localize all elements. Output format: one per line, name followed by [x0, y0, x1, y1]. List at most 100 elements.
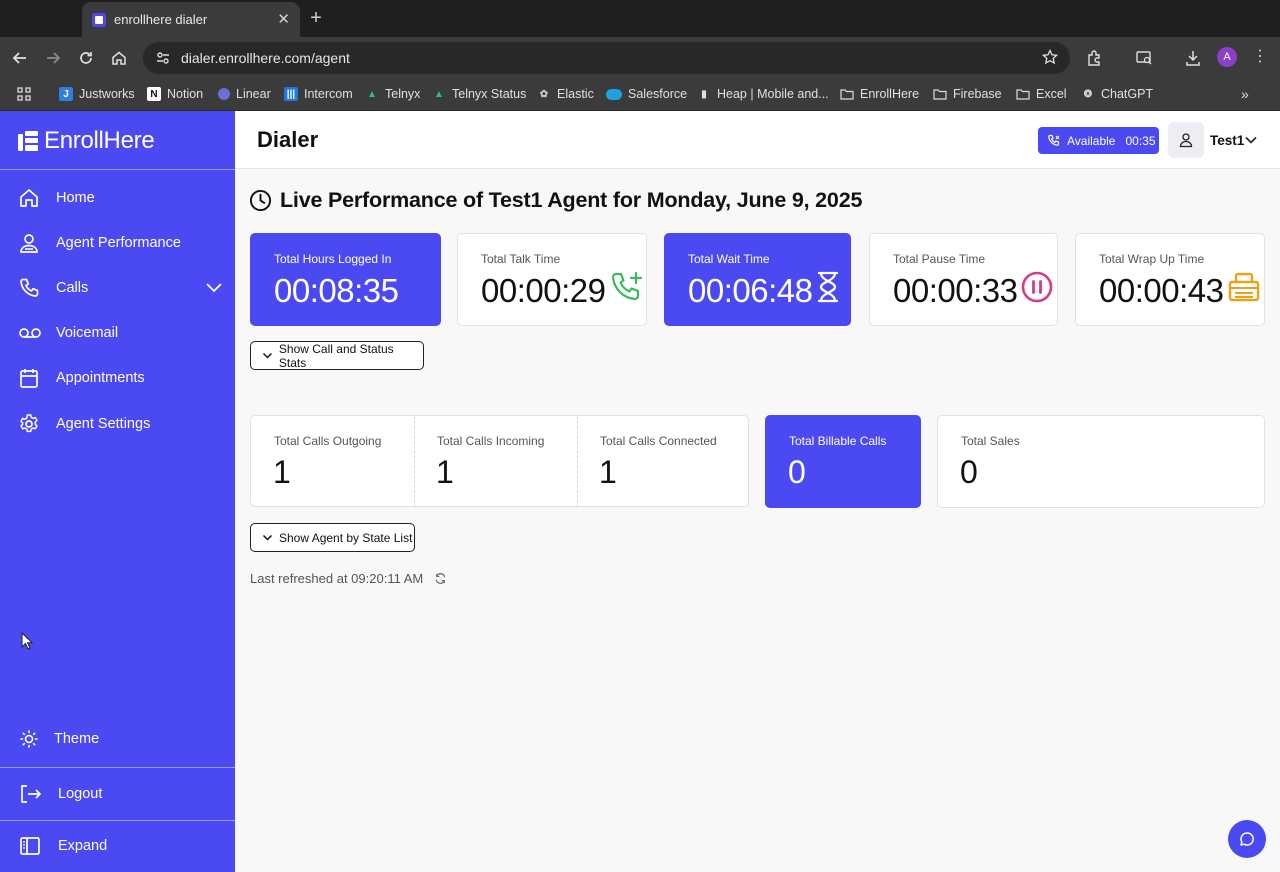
call-stats-group: Total Calls Outgoing 1 Total Calls Incom…: [250, 415, 749, 508]
toggle-label: Show Agent by State List: [279, 530, 413, 545]
bookmark-intercom[interactable]: ||| Intercom: [284, 84, 353, 104]
bookmark-heap[interactable]: ▮ Heap | Mobile and...: [697, 84, 828, 104]
user-menu-chevron-icon[interactable]: [1244, 133, 1258, 147]
sidebar-item-agent-settings[interactable]: Agent Settings: [18, 410, 223, 438]
agent-performance-icon: [20, 234, 38, 253]
phone-icon: [20, 278, 39, 297]
bookmark-linear[interactable]: Linear: [218, 84, 271, 104]
browser-toolbar: dialer.enrollhere.com/agent A ⋮: [0, 37, 1280, 78]
stat-card-wait-time: Total Wait Time 00:06:48: [664, 233, 851, 326]
bookmark-telnyx-status[interactable]: ▲ Telnyx Status: [432, 84, 526, 104]
logout-icon: [21, 785, 41, 803]
reload-icon: [80, 52, 92, 64]
sidebar-item-expand[interactable]: Expand: [18, 832, 223, 860]
sidebar-item-label: Theme: [54, 731, 100, 747]
sidebar-item-logout[interactable]: Logout: [18, 780, 223, 808]
cast-search-icon[interactable]: [1134, 48, 1154, 68]
sidebar: EnrollHere Home Agent Performance Calls …: [0, 111, 235, 872]
chevron-down-icon[interactable]: [205, 278, 223, 296]
bookmark-label: Telnyx: [385, 87, 421, 101]
profile-avatar[interactable]: A: [1217, 47, 1237, 67]
home-button[interactable]: [107, 46, 131, 70]
tab-close-icon[interactable]: ✕: [277, 12, 290, 27]
intercom-icon: |||: [284, 87, 298, 101]
refresh-icon[interactable]: [434, 572, 447, 585]
browser-menu-icon[interactable]: ⋮: [1252, 47, 1268, 67]
telnyx-status-icon: ▲: [434, 88, 444, 100]
sidebar-item-home[interactable]: Home: [18, 184, 223, 212]
home-icon: [20, 189, 38, 207]
browser-tab-strip: enrollhere dialer ✕ +: [0, 0, 1280, 37]
chat-support-button[interactable]: [1228, 820, 1266, 858]
url-text: dialer.enrollhere.com/agent: [181, 50, 350, 66]
sidebar-item-appointments[interactable]: Appointments: [18, 364, 223, 392]
gear-icon: [20, 414, 38, 433]
bookmark-star-icon[interactable]: [1041, 48, 1059, 70]
stat-label: Total Pause Time: [893, 252, 986, 266]
stat-value: 1: [599, 454, 617, 490]
bookmark-label: Linear: [236, 87, 271, 101]
sidebar-item-label: Agent Settings: [56, 416, 151, 432]
download-icon[interactable]: [1183, 48, 1203, 68]
stat-card-hours-logged-in: Total Hours Logged In 00:08:35: [250, 233, 441, 326]
bookmark-label: Excel: [1036, 87, 1067, 101]
stat-value: 1: [273, 454, 291, 490]
stat-value: 0: [960, 454, 978, 490]
bookmark-enrollhere[interactable]: EnrollHere: [840, 84, 919, 104]
linear-icon: [218, 88, 230, 100]
more-bookmarks-icon[interactable]: »: [1241, 84, 1249, 104]
arrow-right-icon: [47, 52, 61, 64]
elastic-icon: ✿: [539, 88, 549, 100]
bookmark-firebase[interactable]: Firebase: [933, 84, 1002, 104]
stat-card-talk-time: Total Talk Time 00:00:29: [457, 233, 647, 326]
stat-value: 1: [436, 454, 454, 490]
user-name[interactable]: Test1: [1210, 133, 1244, 148]
new-tab-button[interactable]: +: [306, 6, 326, 30]
last-refreshed: Last refreshed at 09:20:11 AM: [250, 571, 447, 586]
browser-tab[interactable]: enrollhere dialer ✕: [82, 2, 300, 37]
address-bar[interactable]: dialer.enrollhere.com/agent: [143, 42, 1070, 74]
bookmark-label: Elastic: [557, 87, 594, 101]
chat-bubble-icon: [1240, 832, 1254, 846]
calendar-icon: [20, 369, 38, 388]
agent-status-button[interactable]: Available 00:35: [1038, 127, 1159, 154]
bookmark-salesforce[interactable]: Salesforce: [606, 84, 687, 104]
arrow-left-icon: [12, 52, 26, 64]
stat-label: Total Talk Time: [481, 252, 561, 266]
stat-label: Total Calls Incoming: [437, 434, 545, 448]
bookmark-label: Intercom: [304, 87, 353, 101]
bookmark-justworks[interactable]: J Justworks: [59, 84, 135, 104]
brand-logo[interactable]: EnrollHere: [18, 127, 155, 155]
bookmark-label: Justworks: [79, 87, 135, 101]
stat-card-billable-calls: Total Billable Calls 0: [765, 415, 921, 508]
sidebar-item-theme[interactable]: Theme: [18, 725, 223, 753]
pause-circle-icon: [1021, 271, 1053, 303]
sidebar-item-agent-performance[interactable]: Agent Performance: [18, 229, 223, 257]
stat-label: Total Sales: [961, 434, 1020, 448]
sidebar-item-label: Logout: [58, 786, 103, 802]
stat-card-calls-incoming: Total Calls Incoming 1: [414, 416, 577, 508]
wrap-up-icon: [1228, 272, 1260, 302]
sidebar-item-voicemail[interactable]: Voicemail: [18, 319, 223, 347]
bookmark-excel[interactable]: Excel: [1016, 84, 1067, 104]
site-settings-icon[interactable]: [149, 50, 177, 66]
bookmark-telnyx[interactable]: ▲ Telnyx: [365, 84, 420, 104]
brand-name: EnrollHere: [44, 127, 155, 154]
show-agent-state-list-button[interactable]: Show Agent by State List: [250, 523, 415, 552]
apps-icon[interactable]: [17, 84, 31, 104]
sidebar-item-calls[interactable]: Calls: [18, 274, 223, 302]
stat-value: 00:00:29: [481, 272, 606, 309]
back-button[interactable]: [8, 46, 32, 70]
show-call-status-stats-button[interactable]: Show Call and Status Stats: [250, 341, 424, 370]
extensions-icon[interactable]: [1085, 48, 1105, 68]
browser-home-icon: [112, 51, 126, 65]
bookmark-chatgpt[interactable]: ❂ ChatGPT: [1081, 84, 1153, 104]
hourglass-icon: [817, 271, 839, 303]
bookmark-elastic[interactable]: ✿ Elastic: [537, 84, 594, 104]
user-avatar[interactable]: [1168, 122, 1204, 158]
forward-button[interactable]: [41, 46, 65, 70]
reload-button[interactable]: [74, 46, 98, 70]
tab-title: enrollhere dialer: [114, 12, 208, 27]
bookmark-notion[interactable]: N Notion: [147, 84, 203, 104]
phone-status-icon: [1048, 134, 1060, 146]
